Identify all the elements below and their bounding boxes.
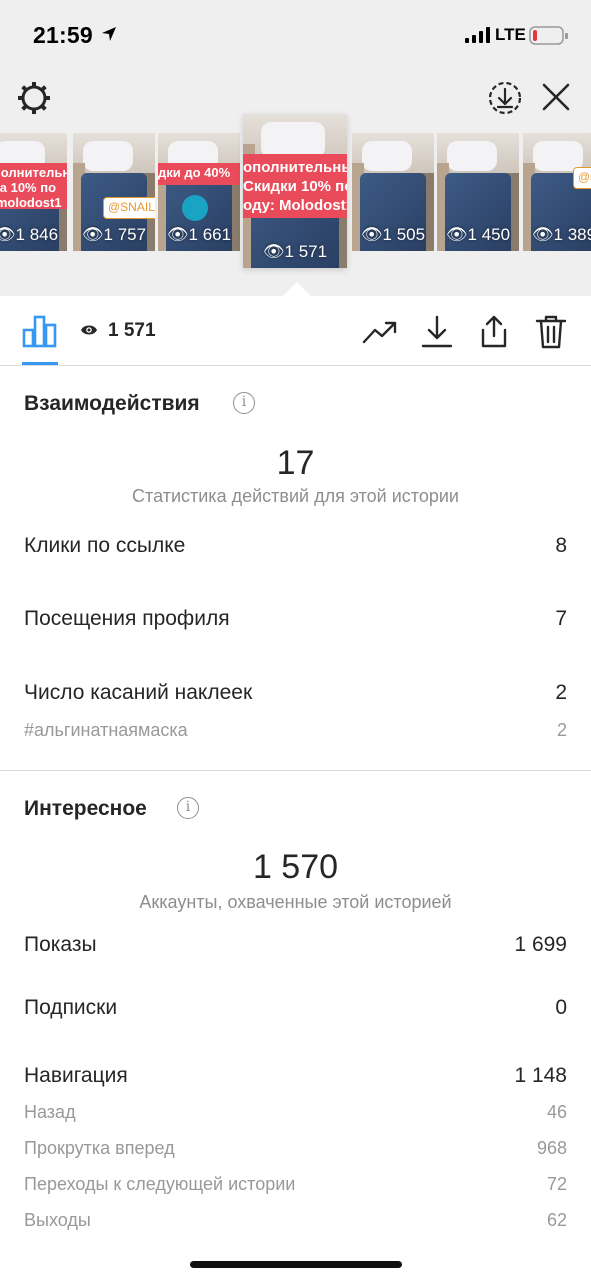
- battery-icon: [529, 26, 568, 45]
- navigation-label: Навигация: [24, 1064, 128, 1087]
- status-bar: 21:59 LTE: [0, 0, 591, 70]
- story-thumbnail[interactable]: дки до 40% 👁1 661: [158, 133, 240, 251]
- eye-icon: 👁: [81, 225, 104, 244]
- story-banner-text: дки до 40%: [158, 163, 240, 185]
- story-banner-text: ополнительные Скидки 10% по оду: Molodos…: [243, 154, 347, 218]
- forward-value: 968: [536, 1138, 567, 1158]
- story-thumbnail[interactable]: @SNAIL_S 👁1 757: [73, 133, 155, 251]
- eye-icon: 👁: [0, 225, 16, 244]
- info-icon[interactable]: i: [233, 392, 255, 414]
- interactions-caption: Статистика действий для этой истории: [132, 486, 459, 506]
- network-type: LTE: [495, 25, 526, 44]
- back-label: Назад: [24, 1102, 76, 1122]
- eye-icon: 👁: [166, 225, 189, 244]
- story-thumbnail[interactable]: @s 👁1 389: [523, 133, 591, 251]
- sticker-taps-value: 2: [555, 681, 567, 704]
- story-thumbnail[interactable]: 👁1 505: [352, 133, 434, 251]
- reach-total: 1 570: [252, 848, 339, 886]
- home-indicator[interactable]: [190, 1261, 402, 1268]
- share-icon[interactable]: [476, 314, 512, 350]
- story-thumbnail[interactable]: 👁1 450: [437, 133, 519, 251]
- story-views: 👁1 450: [445, 225, 511, 244]
- story-thumbnail[interactable]: ополнительная дка 10% по y molodost1 👁1 …: [0, 133, 67, 251]
- interactions-total: 17: [276, 444, 315, 482]
- save-download-circle-icon[interactable]: [487, 80, 523, 116]
- info-icon[interactable]: i: [177, 797, 199, 819]
- eye-icon: 👁: [445, 225, 468, 244]
- insights-toolbar: 1 571: [0, 296, 591, 366]
- close-icon[interactable]: [540, 81, 572, 113]
- discovery-title: Интересное: [24, 797, 147, 820]
- status-time: 21:59: [33, 22, 93, 48]
- hashtag-sticker-label: #альгинатнаямаска: [24, 720, 188, 740]
- link-clicks-value: 8: [555, 534, 567, 557]
- bar-chart-icon[interactable]: [22, 314, 58, 348]
- download-icon[interactable]: [419, 314, 455, 350]
- location-arrow-icon: [102, 27, 116, 41]
- exits-label: Выходы: [24, 1210, 91, 1230]
- link-clicks-label: Клики по ссылке: [24, 534, 186, 557]
- back-value: 46: [546, 1102, 567, 1122]
- interactions-title: Взаимодействия: [24, 392, 200, 415]
- eye-icon: 👁: [360, 225, 383, 244]
- impressions-value: 1 699: [514, 933, 567, 956]
- story-views: 👁1 846: [0, 225, 67, 245]
- trash-icon[interactable]: [533, 314, 569, 350]
- impressions-label: Показы: [24, 933, 97, 956]
- story-views: 👁1 757: [81, 225, 147, 244]
- profile-visits-value: 7: [555, 607, 567, 630]
- brand-badge-icon: [182, 195, 208, 221]
- forward-label: Прокрутка вперед: [24, 1138, 175, 1158]
- story-banner-text: ополнительная дка 10% по y molodost1: [0, 163, 67, 209]
- follows-value: 0: [555, 996, 567, 1019]
- eye-icon: 👁: [531, 225, 554, 244]
- section-divider: [0, 770, 591, 771]
- settings-gear-icon[interactable]: [16, 80, 52, 116]
- active-tab-indicator: [22, 362, 58, 365]
- sticker-taps-label: Число касаний наклеек: [24, 681, 253, 704]
- story-views: 👁1 389: [531, 225, 591, 244]
- story-strip-area: 21:59 LTE олнительн а 10% по molodost1 👁…: [0, 0, 591, 296]
- eye-icon: 👁: [262, 242, 285, 261]
- profile-visits-label: Посещения профиля: [24, 607, 230, 630]
- navigation-value: 1 148: [514, 1064, 567, 1087]
- signal-icon: [465, 27, 490, 43]
- views-count: 1 571: [108, 320, 156, 341]
- selection-pointer: [283, 282, 311, 296]
- eye-icon: [81, 325, 97, 335]
- story-views: 👁1 661: [166, 225, 232, 244]
- story-thumbnail-selected[interactable]: ополнительные Скидки 10% по оду: Molodos…: [243, 114, 347, 268]
- hashtag-sticker-value: 2: [556, 720, 567, 740]
- story-mention-sticker: @SNAIL_S: [103, 197, 155, 219]
- follows-label: Подписки: [24, 996, 118, 1019]
- next-story-value: 72: [546, 1174, 567, 1194]
- exits-value: 62: [546, 1210, 567, 1230]
- story-views: 👁1 505: [360, 225, 426, 244]
- next-story-label: Переходы к следующей истории: [24, 1174, 296, 1194]
- trend-arrow-icon[interactable]: [362, 314, 398, 350]
- reach-caption: Аккаунты, охваченные этой историей: [139, 892, 452, 912]
- story-mention-sticker: @s: [573, 167, 591, 189]
- story-views: 👁1 571: [262, 242, 328, 261]
